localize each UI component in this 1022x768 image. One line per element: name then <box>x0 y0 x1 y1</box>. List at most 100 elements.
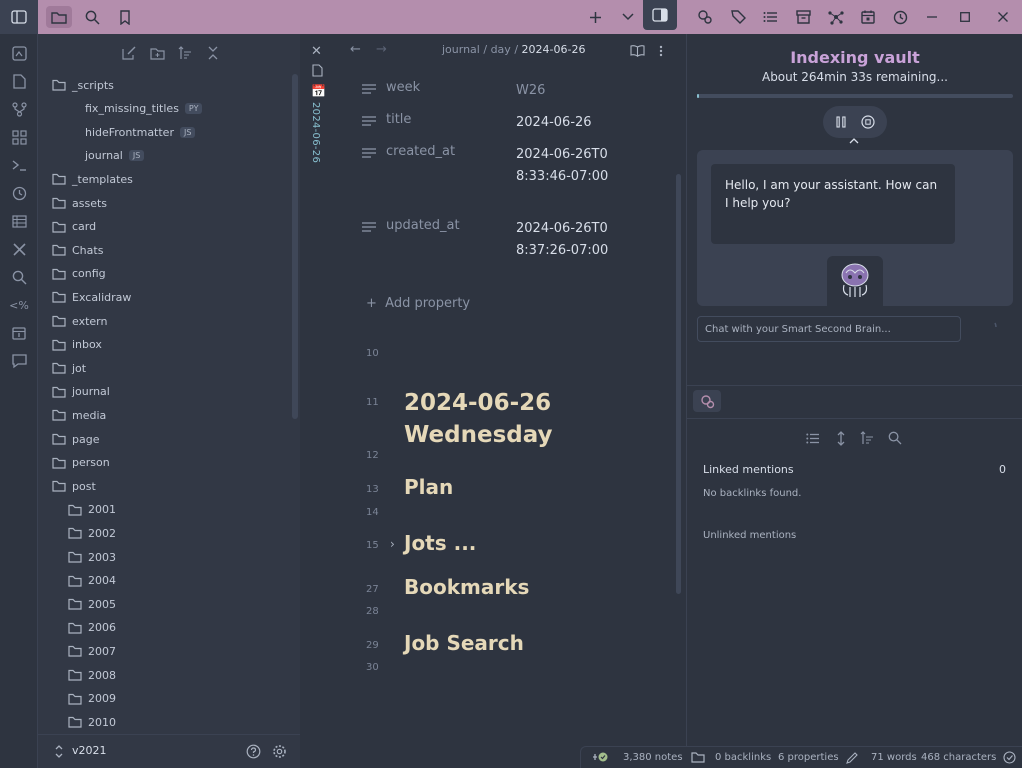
new-note-button[interactable] <box>120 44 138 62</box>
tree-folder[interactable]: journal <box>52 381 110 403</box>
new-folder-button[interactable] <box>148 44 166 62</box>
tree-folder[interactable]: person <box>52 452 110 474</box>
stop-icon[interactable] <box>861 115 875 129</box>
editor-scrollbar[interactable] <box>676 174 681 594</box>
sort-button[interactable] <box>176 44 194 62</box>
pause-icon[interactable] <box>835 116 847 128</box>
back-arrow-icon[interactable]: ← <box>350 42 361 57</box>
tree-folder[interactable]: jot <box>52 357 86 379</box>
heading-2[interactable]: Jots ... <box>404 530 476 556</box>
tree-folder[interactable]: 2009 <box>68 688 116 710</box>
explorer-scrollbar[interactable] <box>292 74 298 419</box>
percent-code-icon[interactable]: <% <box>9 296 29 314</box>
git-icon[interactable] <box>10 100 28 118</box>
new-tab-button[interactable] <box>582 6 608 28</box>
file-icon[interactable] <box>312 64 323 77</box>
help-icon[interactable] <box>246 744 261 759</box>
minimize-button[interactable] <box>919 6 945 28</box>
send-button[interactable] <box>975 316 1001 342</box>
backlinks-tab[interactable] <box>693 390 721 412</box>
graph-tab[interactable] <box>823 6 849 28</box>
tree-folder[interactable]: 2008 <box>68 664 116 686</box>
backlinks-count[interactable]: 0 backlinks <box>715 752 771 763</box>
chat-icon[interactable] <box>10 352 28 370</box>
show-more-context-button[interactable] <box>833 430 849 446</box>
close-tab-icon[interactable]: ✕ <box>311 44 322 59</box>
tree-folder[interactable]: assets <box>52 192 107 214</box>
property-value[interactable]: 2024-06-26T08:37:26-07:00 <box>516 218 620 262</box>
property-value[interactable]: 2024-06-26 <box>516 112 620 134</box>
property-key[interactable]: created_at <box>386 144 455 159</box>
search-icon[interactable] <box>10 268 28 286</box>
chevron-up-icon[interactable] <box>849 137 859 144</box>
tree-folder[interactable]: 2002 <box>68 522 116 544</box>
tree-folder[interactable]: 2005 <box>68 593 116 615</box>
property-key[interactable]: title <box>386 112 411 127</box>
collapse-all-button[interactable] <box>204 44 222 62</box>
tab-title[interactable]: 2024-06-26 <box>310 102 321 163</box>
breadcrumb-current[interactable]: 2024-06-26 <box>522 43 586 56</box>
tree-folder[interactable]: 2003 <box>68 546 116 568</box>
maximize-button[interactable] <box>952 6 978 28</box>
tree-folder[interactable]: 2004 <box>68 570 116 592</box>
tree-folder[interactable]: inbox <box>52 334 102 356</box>
tree-folder[interactable]: 2007 <box>68 640 116 662</box>
tags-tab[interactable] <box>726 6 752 28</box>
unlinked-mentions-header[interactable]: Unlinked mentions <box>703 530 796 541</box>
property-key[interactable]: week <box>386 80 420 95</box>
tree-folder[interactable]: page <box>52 428 99 450</box>
tree-folder[interactable]: 2001 <box>68 499 116 521</box>
calendar-icon[interactable] <box>10 324 28 342</box>
table-icon[interactable] <box>10 212 28 230</box>
sidebar-toggle-icon[interactable] <box>6 6 32 28</box>
files-tab-button[interactable] <box>46 6 72 28</box>
tree-folder[interactable]: 2006 <box>68 617 116 639</box>
archive-tab[interactable] <box>790 6 816 28</box>
tree-folder[interactable]: _templates <box>52 168 133 190</box>
add-property-button[interactable]: + Add property <box>366 296 470 311</box>
gear-icon[interactable] <box>272 744 287 759</box>
search-tab-button[interactable] <box>79 6 105 28</box>
tree-file[interactable]: journal JS <box>85 145 145 167</box>
file-icon[interactable] <box>10 72 28 90</box>
sort-button[interactable] <box>859 430 875 446</box>
tools-icon[interactable] <box>10 240 28 258</box>
folder-icon[interactable] <box>691 751 705 763</box>
tree-file[interactable]: hideFrontmatter JS <box>85 121 196 143</box>
bookmarks-tab-button[interactable] <box>112 6 138 28</box>
heading-2[interactable]: Plan <box>404 474 453 500</box>
canvas-icon[interactable] <box>10 44 28 62</box>
tree-folder[interactable]: extern <box>52 310 107 332</box>
smart-connections-tab[interactable] <box>692 6 718 28</box>
blocks-icon[interactable] <box>10 128 28 146</box>
reading-view-icon[interactable] <box>630 45 645 57</box>
heading-1[interactable]: 2024-06-26 Wednesday <box>404 387 553 451</box>
property-value[interactable]: 2024-06-26T08:33:46-07:00 <box>516 144 620 188</box>
more-options-icon[interactable] <box>659 45 663 57</box>
close-button[interactable] <box>990 6 1016 28</box>
terminal-icon[interactable] <box>10 156 28 174</box>
breadcrumb-journal[interactable]: journal <box>442 43 480 56</box>
chevron-updown-icon[interactable] <box>54 745 64 758</box>
linked-mentions-header[interactable]: Linked mentions <box>703 463 794 476</box>
right-sidebar-icon[interactable] <box>647 4 673 26</box>
tree-folder[interactable]: Chats <box>52 239 103 261</box>
pencil-icon[interactable] <box>846 751 859 764</box>
search-button[interactable] <box>887 430 903 446</box>
fold-chevron-icon[interactable]: › <box>390 537 395 551</box>
collapse-results-button[interactable] <box>805 430 821 446</box>
tab-list-button[interactable] <box>615 6 641 28</box>
breadcrumb-day[interactable]: day <box>491 43 511 56</box>
clock-icon[interactable] <box>10 184 28 202</box>
tree-folder[interactable]: config <box>52 263 106 285</box>
outline-tab[interactable] <box>757 6 783 28</box>
tree-folder[interactable]: Excalidraw <box>52 286 131 308</box>
vault-name[interactable]: v2021 <box>72 744 107 757</box>
tree-folder[interactable]: card <box>52 216 96 238</box>
heading-2[interactable]: Job Search <box>404 630 524 656</box>
chat-input[interactable] <box>697 316 961 342</box>
property-value[interactable]: W26 <box>516 80 620 102</box>
check-circle-icon[interactable] <box>1003 751 1016 764</box>
sync-status-icon[interactable] <box>591 751 609 763</box>
tree-folder[interactable]: post <box>52 475 96 497</box>
